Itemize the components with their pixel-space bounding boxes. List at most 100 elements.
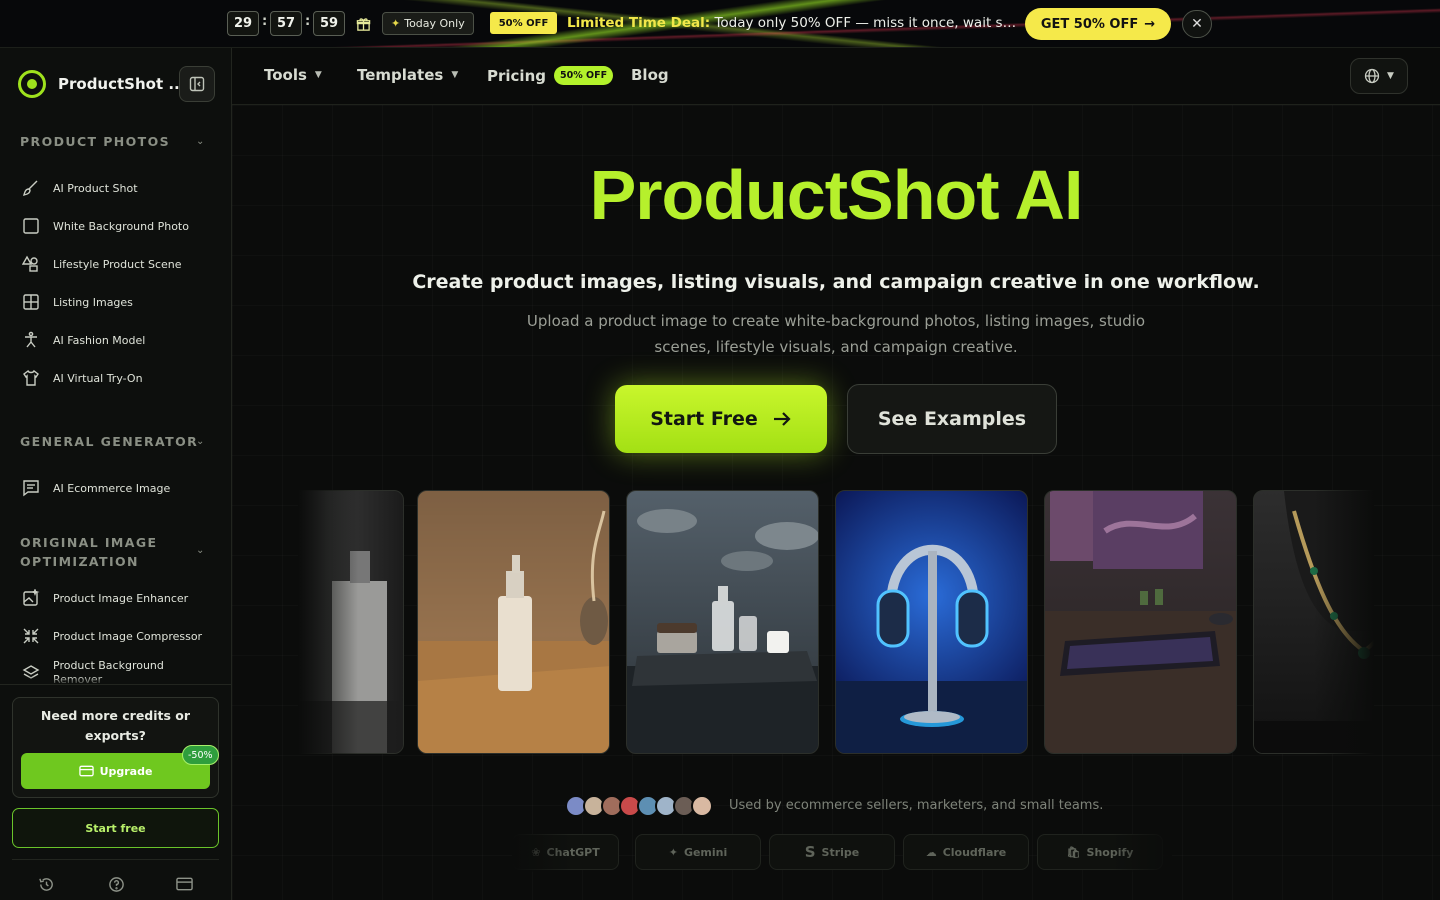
gallery-image-pump-bottle[interactable]	[417, 490, 610, 754]
arrow-right-icon: →	[1144, 16, 1156, 32]
see-examples-button[interactable]: See Examples	[847, 384, 1057, 454]
start-free-sidebar-button[interactable]: Start free	[12, 808, 219, 848]
sidebar: ProductShot ... PRODUCT PHOTOS ⌄ AI Prod…	[0, 48, 232, 900]
gallery-fade-right	[1314, 490, 1374, 754]
hero-description: Upload a product image to create white-b…	[526, 312, 1146, 356]
top-navigation: Tools ▼ Templates ▼ Pricing 50% OFF Blog…	[232, 48, 1440, 105]
sidebar-item-label: Lifestyle Product Scene	[53, 257, 182, 271]
timer-seconds: 59	[313, 11, 345, 36]
logo-gemini: ✦ Gemini	[635, 834, 761, 870]
sidebar-item-product-image-compressor[interactable]: Product Image Compressor	[20, 621, 220, 651]
gallery-image-keyboard-desk[interactable]	[1044, 490, 1237, 754]
promo-off-badge: 50% OFF	[490, 12, 557, 34]
sidebar-footer-icons	[12, 859, 219, 899]
sidebar-item-product-image-enhancer[interactable]: Product Image Enhancer	[20, 583, 220, 613]
compress-icon	[20, 626, 41, 647]
globe-icon	[1364, 68, 1380, 84]
language-selector[interactable]: ▼	[1350, 58, 1408, 94]
help-icon[interactable]	[106, 874, 126, 894]
sidebar-item-label: Product Image Enhancer	[53, 591, 189, 605]
shirt-icon	[20, 368, 41, 389]
hero-title: ProductShot AI	[589, 156, 1084, 234]
sidebar-item-listing-images[interactable]: Listing Images	[20, 287, 220, 317]
brand[interactable]: ProductShot ...	[18, 70, 185, 98]
gift-icon	[352, 13, 374, 35]
chevron-down-icon[interactable]: ⌄	[196, 436, 204, 447]
logo-label: Stripe	[821, 845, 860, 859]
section-title-original-image-optimization[interactable]: ORIGINAL IMAGE OPTIMIZATION	[20, 533, 180, 571]
nav-tools-label: Tools	[264, 66, 307, 84]
sidebar-item-label: Listing Images	[53, 295, 133, 309]
get-discount-button[interactable]: GET 50% OFF →	[1025, 8, 1171, 40]
sidebar-footer: Need more credits or exports? Upgrade -5…	[0, 684, 231, 900]
shapes-icon	[20, 254, 41, 275]
sidebar-item-white-background-photo[interactable]: White Background Photo	[20, 211, 220, 241]
sidebar-toggle-icon	[189, 76, 205, 92]
start-free-button[interactable]: Start Free	[615, 385, 827, 453]
shopify-icon: 🛍	[1066, 845, 1081, 859]
section-title-product-photos[interactable]: PRODUCT PHOTOS	[20, 132, 170, 151]
chevron-down-icon: ▼	[314, 70, 322, 80]
start-free-label: Start Free	[650, 408, 758, 430]
today-only-badge: ✦ Today Only	[382, 12, 474, 35]
sidebar-item-label: White Background Photo	[53, 219, 189, 233]
sidebar-item-label: AI Fashion Model	[53, 333, 146, 347]
arrow-right-icon	[773, 412, 791, 426]
gallery-fade-left	[298, 490, 358, 754]
sidebar-item-ai-fashion-model[interactable]: AI Fashion Model	[20, 325, 220, 355]
brand-logo-icon	[18, 70, 46, 98]
hero-subtitle: Create product images, listing visuals, …	[412, 271, 1260, 293]
nav-blog-label: Blog	[631, 66, 669, 84]
example-gallery	[298, 490, 1374, 754]
chevron-down-icon: ▼	[1387, 71, 1394, 81]
gemini-icon: ✦	[668, 845, 678, 859]
chevron-down-icon: ▼	[451, 70, 459, 80]
nav-blog[interactable]: Blog	[631, 66, 669, 84]
promo-deal-body: Today only 50% OFF — miss it once, wait …	[710, 15, 1017, 31]
main-content: ProductShot AI Create product images, li…	[232, 105, 1440, 900]
timer-minutes: 57	[270, 11, 302, 36]
chevron-down-icon[interactable]: ⌄	[196, 545, 204, 556]
credits-title: Need more credits or exports?	[40, 708, 191, 743]
upgrade-label: Upgrade	[99, 764, 153, 778]
sidebar-item-ai-ecommerce-image[interactable]: AI Ecommerce Image	[20, 473, 220, 503]
logo-stripe: S Stripe	[769, 834, 895, 870]
cloudflare-icon: ☁	[925, 845, 937, 859]
timer-colon: :	[305, 14, 311, 29]
promo-deal-text: Limited Time Deal: Today only 50% OFF — …	[567, 15, 1017, 31]
gallery-image-headphones[interactable]	[835, 490, 1028, 754]
close-icon: ✕	[1191, 16, 1203, 32]
sidebar-item-label: AI Product Shot	[53, 181, 138, 195]
timer-hours: 29	[227, 11, 259, 36]
message-text-icon	[20, 478, 41, 499]
sidebar-item-label: AI Ecommerce Image	[53, 481, 171, 495]
sidebar-item-ai-virtual-try-on[interactable]: AI Virtual Try-On	[20, 363, 220, 393]
brush-icon	[20, 178, 41, 199]
logos-fade-left	[512, 834, 572, 872]
social-proof-text: Used by ecommerce sellers, marketers, an…	[729, 798, 1104, 813]
promo-bar: 29 : 57 : 59 ✦ Today Only 50% OFF Limite…	[0, 0, 1440, 48]
card-icon	[78, 765, 94, 777]
square-icon	[20, 216, 41, 237]
nav-tools[interactable]: Tools ▼	[264, 66, 322, 84]
get-discount-label: GET 50% OFF	[1040, 16, 1139, 32]
nav-templates[interactable]: Templates ▼	[357, 66, 458, 84]
nav-templates-label: Templates	[357, 66, 444, 84]
sparkle-icon: ✦	[391, 17, 401, 30]
sidebar-item-ai-product-shot[interactable]: AI Product Shot	[20, 173, 220, 203]
section-title-general-generator[interactable]: GENERAL GENERATOR	[20, 432, 198, 451]
customer-avatars	[565, 795, 713, 819]
billing-card-icon[interactable]	[174, 874, 194, 894]
sidebar-item-lifestyle-product-scene[interactable]: Lifestyle Product Scene	[20, 249, 220, 279]
gallery-image-skincare-set[interactable]	[626, 490, 819, 754]
collapse-sidebar-button[interactable]	[179, 66, 215, 102]
logo-cloudflare: ☁ Cloudflare	[903, 834, 1029, 870]
chevron-down-icon[interactable]: ⌄	[196, 136, 204, 147]
logo-label: Gemini	[683, 845, 728, 859]
history-icon[interactable]	[36, 874, 56, 894]
grid-icon	[20, 292, 41, 313]
partner-logos: ❀ChatGPT ✦Gemini SStripe ☁Cloudflare 🛍Sh…	[512, 834, 1172, 872]
nav-pricing[interactable]: Pricing 50% OFF	[487, 66, 614, 85]
credits-card: Need more credits or exports? Upgrade -5…	[12, 697, 219, 798]
close-promo-button[interactable]: ✕	[1182, 10, 1212, 38]
